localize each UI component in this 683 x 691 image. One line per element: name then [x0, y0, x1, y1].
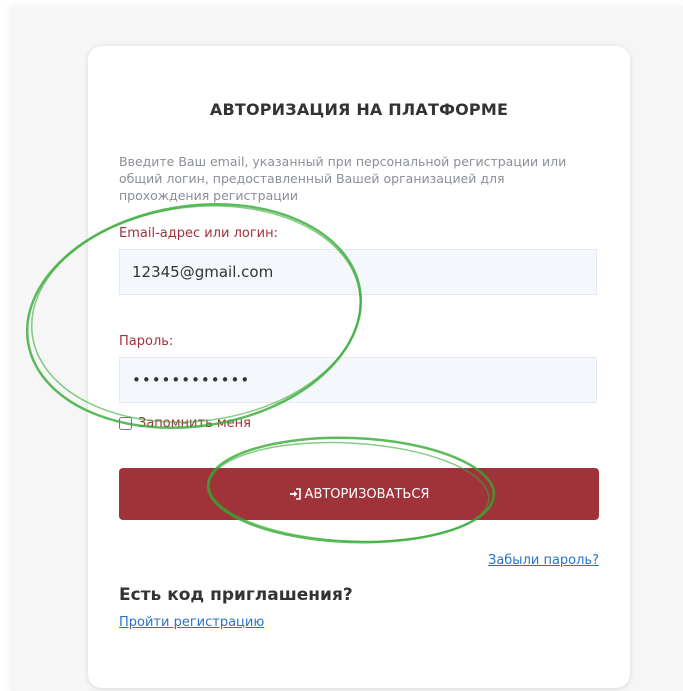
remember-me-checkbox[interactable]	[119, 417, 132, 430]
page-background: АВТОРИЗАЦИЯ НА ПЛАТФОРМЕ Введите Ваш ema…	[10, 6, 683, 691]
remember-me[interactable]: Запомнить меня	[119, 416, 251, 431]
remember-me-label: Запомнить меня	[138, 416, 252, 431]
email-label: Email-адрес или логин:	[119, 226, 279, 241]
sign-in-icon	[289, 488, 301, 500]
login-card: АВТОРИЗАЦИЯ НА ПЛАТФОРМЕ Введите Ваш ema…	[88, 46, 630, 688]
password-field[interactable]	[119, 357, 597, 403]
password-label: Пароль:	[119, 334, 174, 349]
email-field[interactable]	[119, 249, 597, 295]
login-description: Введите Ваш email, указанный при персона…	[119, 154, 567, 203]
page-title: АВТОРИЗАЦИЯ НА ПЛАТФОРМЕ	[209, 100, 509, 119]
login-button-label: АВТОРИЗОВАТЬСЯ	[304, 486, 430, 502]
invite-heading: Есть код приглашения?	[119, 585, 353, 605]
register-link[interactable]: Пройти регистрацию	[119, 615, 264, 630]
login-button[interactable]: АВТОРИЗОВАТЬСЯ	[119, 468, 599, 520]
forgot-password-link[interactable]: Забыли пароль?	[488, 553, 599, 568]
